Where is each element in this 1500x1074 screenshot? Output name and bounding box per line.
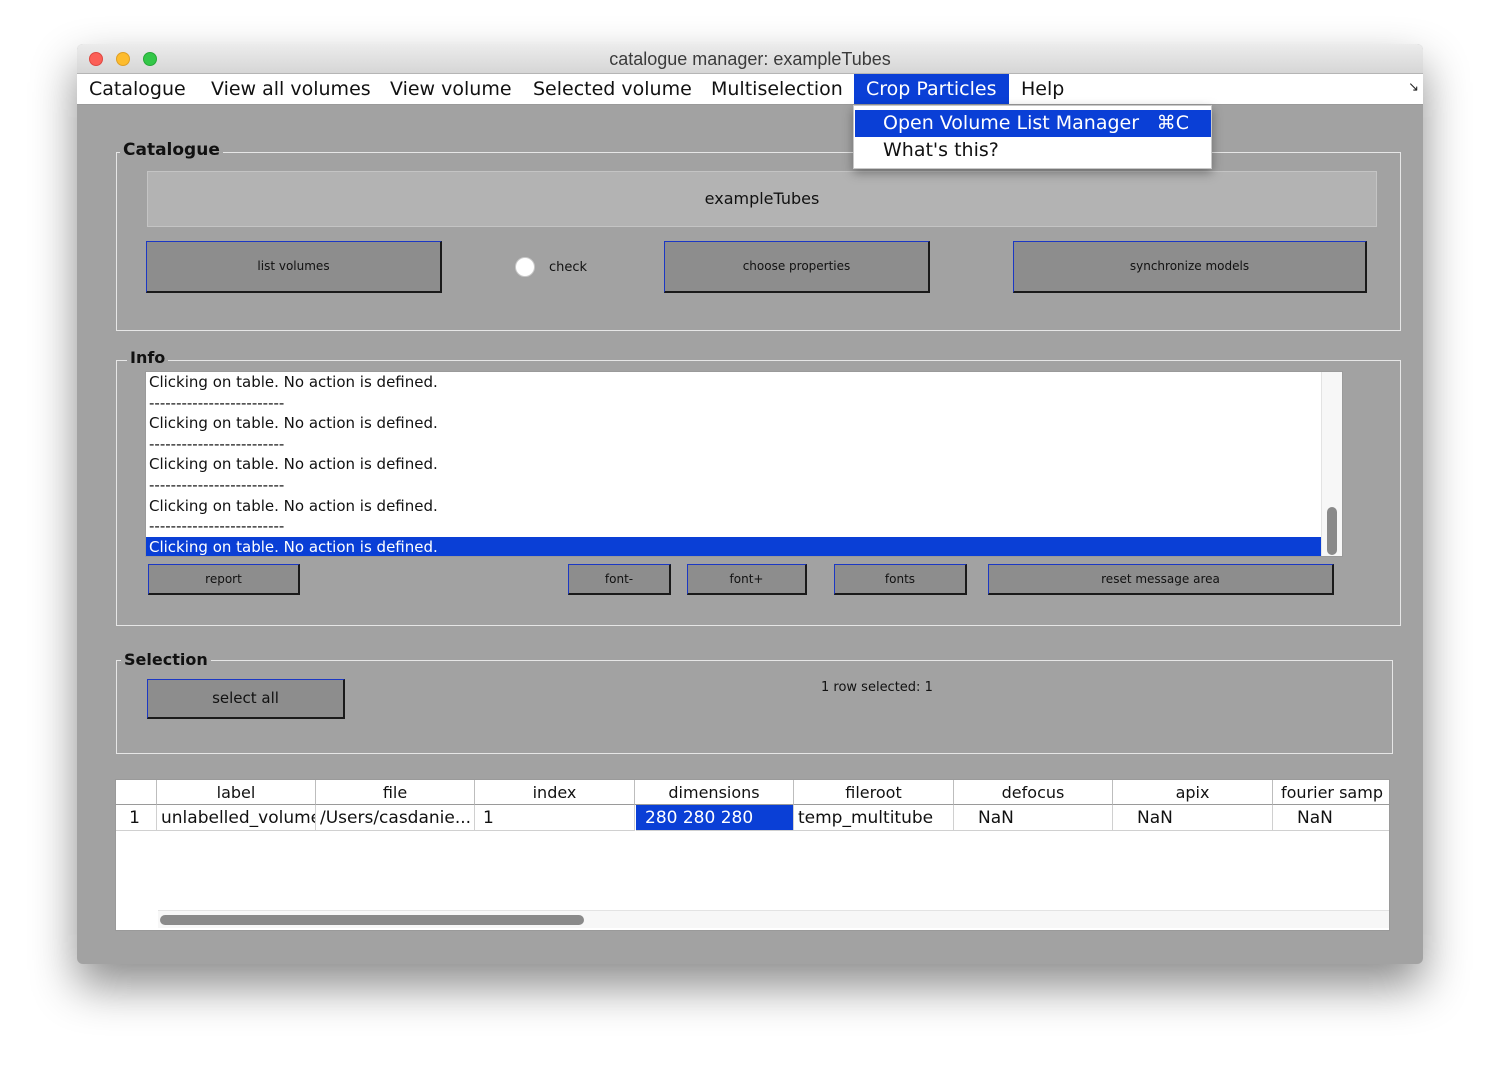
table-header-dimensions[interactable]: dimensions xyxy=(635,780,794,805)
select-all-button[interactable]: select all xyxy=(147,679,345,719)
menu-help[interactable]: Help xyxy=(1015,74,1075,104)
message-separator: ------------------------- xyxy=(149,475,285,494)
message-line: Clicking on table. No action is defined. xyxy=(149,373,438,391)
message-line: Clicking on table. No action is defined. xyxy=(149,496,438,515)
table-header-rownum xyxy=(116,780,157,805)
table-cell-fileroot[interactable]: temp_multitube xyxy=(794,805,954,831)
selection-group-label: Selection xyxy=(121,650,211,669)
table-cell-file[interactable]: /Users/casdanie... xyxy=(316,805,475,831)
table-horizontal-scrollbar-thumb[interactable] xyxy=(160,915,584,925)
font-plus-button[interactable]: font+ xyxy=(687,564,807,595)
table-row-number[interactable]: 1 xyxy=(116,805,157,831)
table-horizontal-scrollbar[interactable] xyxy=(158,910,1389,928)
check-label: check xyxy=(549,260,588,275)
menu-bar: Catalogue View all volumes View volume S… xyxy=(77,74,1423,105)
table-cell-apix[interactable]: NaN xyxy=(1113,805,1273,831)
info-group-label: Info xyxy=(127,348,169,367)
menu-view-all-volumes[interactable]: View all volumes xyxy=(204,74,371,104)
check-radio[interactable] xyxy=(515,257,535,277)
table-header-fourier-samp[interactable]: fourier samp xyxy=(1273,780,1389,805)
choose-properties-button[interactable]: choose properties xyxy=(664,241,930,293)
resize-arrow-icon[interactable]: ↘ xyxy=(1408,80,1419,95)
synchronize-models-button[interactable]: synchronize models xyxy=(1013,241,1367,293)
menu-item-label: Open Volume List Manager xyxy=(883,112,1140,134)
message-lines: Clicking on table. No action is defined.… xyxy=(146,372,1323,556)
menu-item-open-volume-list-manager[interactable]: Open Volume List Manager ⌘C xyxy=(855,110,1211,137)
table-header-apix[interactable]: apix xyxy=(1113,780,1273,805)
table-cell-label[interactable]: unlabelled_volume xyxy=(157,805,316,831)
table-header-label[interactable]: label xyxy=(157,780,316,805)
volumes-table[interactable]: label file index dimensions fileroot def… xyxy=(115,779,1390,931)
menu-item-whats-this[interactable]: What's this? xyxy=(855,137,1211,164)
message-separator: ------------------------- xyxy=(149,393,285,412)
catalogue-group-label: Catalogue xyxy=(120,140,223,160)
message-scrollbar-thumb[interactable] xyxy=(1327,507,1337,555)
menu-selected-volume[interactable]: Selected volume xyxy=(526,74,692,104)
message-line-selected[interactable]: Clicking on table. No action is defined. xyxy=(146,536,1323,556)
table-header-file[interactable]: file xyxy=(316,780,475,805)
table-header-fileroot[interactable]: fileroot xyxy=(794,780,954,805)
menu-item-label: What's this? xyxy=(883,139,999,161)
app-window: catalogue manager: exampleTubes Catalogu… xyxy=(77,44,1423,964)
menu-crop-particles[interactable]: Crop Particles xyxy=(854,74,1009,104)
table-header-index[interactable]: index xyxy=(475,780,635,805)
catalogue-name-field: exampleTubes xyxy=(147,171,1377,227)
menu-catalogue[interactable]: Catalogue xyxy=(83,74,193,104)
window-title: catalogue manager: exampleTubes xyxy=(609,49,891,69)
table-cell-fourier-samp[interactable]: NaN xyxy=(1273,805,1389,831)
message-separator: ------------------------- xyxy=(149,517,285,536)
message-scrollbar[interactable] xyxy=(1321,372,1342,556)
table-header-defocus[interactable]: defocus xyxy=(954,780,1113,805)
message-line: Clicking on table. No action is defined. xyxy=(149,455,438,474)
message-separator: ------------------------- xyxy=(149,434,285,453)
message-line: Clicking on table. No action is defined. xyxy=(149,414,438,433)
message-area[interactable]: Clicking on table. No action is defined.… xyxy=(145,371,1343,557)
reset-message-area-button[interactable]: reset message area xyxy=(988,564,1334,595)
crop-particles-dropdown: Open Volume List Manager ⌘C What's this? xyxy=(853,105,1212,169)
font-minus-button[interactable]: font- xyxy=(568,564,671,595)
menu-multiselection[interactable]: Multiselection xyxy=(704,74,849,104)
table-cell-dimensions[interactable]: 280 280 280 xyxy=(636,805,794,831)
list-volumes-button[interactable]: list volumes xyxy=(146,241,442,293)
menu-item-shortcut: ⌘C xyxy=(1156,112,1189,134)
selection-status: 1 row selected: 1 xyxy=(821,680,933,695)
table-cell-index[interactable]: 1 xyxy=(475,805,635,831)
menu-view-volume[interactable]: View volume xyxy=(383,74,513,104)
report-button[interactable]: report xyxy=(148,564,300,595)
title-bar: catalogue manager: exampleTubes xyxy=(77,44,1423,74)
fonts-button[interactable]: fonts xyxy=(834,564,967,595)
table-cell-defocus[interactable]: NaN xyxy=(954,805,1113,831)
